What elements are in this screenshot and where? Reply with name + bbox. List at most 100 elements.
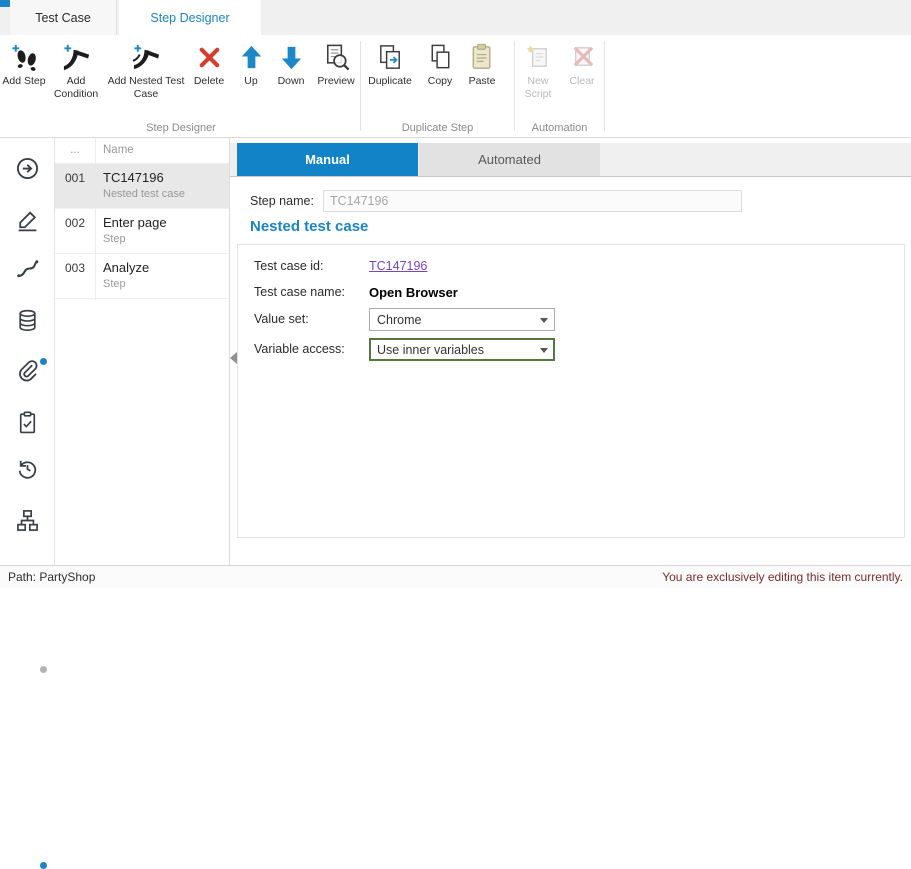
hierarchy-notification-dot — [40, 862, 47, 869]
history-icon — [15, 456, 40, 481]
step-row-002[interactable]: 002 Enter page Step — [55, 209, 229, 254]
field-row-value-set: Value set: Chrome — [238, 308, 904, 332]
sidebar-item-checklist[interactable] — [0, 400, 54, 444]
detail-heading: Nested test case — [250, 218, 368, 235]
nested-test-case-fieldbox: Test case id: TC147196 Test case name: O… — [237, 244, 905, 538]
add-condition-button[interactable]: Add Condition — [46, 42, 106, 101]
step-row-001[interactable]: 001 TC147196 Nested test case — [55, 164, 229, 209]
checklist-icon — [15, 410, 40, 435]
chevron-down-icon — [540, 318, 548, 323]
delete-label: Delete — [194, 75, 224, 88]
preview-icon — [321, 42, 352, 73]
paste-button[interactable]: Paste — [461, 42, 503, 88]
down-label: Down — [278, 75, 305, 88]
sidebar-item-history[interactable] — [0, 446, 54, 490]
variable-access-selected: Use inner variables — [377, 343, 484, 357]
tab-manual[interactable]: Manual — [237, 143, 418, 176]
add-step-label: Add Step — [2, 75, 45, 88]
down-button[interactable]: Down — [270, 42, 312, 88]
sidebar-item-hierarchy[interactable] — [0, 498, 54, 542]
value-set-dropdown[interactable]: Chrome — [369, 308, 555, 331]
up-arrow-icon — [236, 42, 267, 73]
up-button[interactable]: Up — [232, 42, 270, 88]
clear-icon — [567, 42, 598, 73]
new-script-label: New Script — [515, 75, 561, 101]
step-name-input[interactable] — [323, 190, 742, 212]
go-icon — [15, 156, 40, 181]
tab-step-designer[interactable]: Step Designer — [119, 0, 261, 35]
step-name-label: Step name: — [250, 190, 314, 212]
clear-label: Clear — [569, 75, 594, 88]
duplicate-icon — [375, 42, 406, 73]
ribbon-group-duplicate-step: Duplicate Copy Paste Duplicate Step — [361, 35, 514, 137]
down-arrow-icon — [276, 42, 307, 73]
delete-icon — [194, 42, 225, 73]
paste-label: Paste — [469, 75, 496, 88]
add-nested-test-case-label: Add Nested Test Case — [106, 75, 186, 101]
chevron-down-icon — [540, 348, 548, 353]
delete-button[interactable]: Delete — [186, 42, 232, 88]
step-number: 003 — [55, 261, 95, 275]
step-number: 002 — [55, 216, 95, 230]
hierarchy-icon — [15, 508, 40, 533]
add-nested-test-case-button[interactable]: Add Nested Test Case — [106, 42, 186, 101]
ribbon-group-automation: New Script Clear Automation — [515, 35, 604, 137]
step-number: 001 — [55, 171, 95, 185]
add-step-button[interactable]: Add Step — [2, 42, 46, 88]
variable-access-dropdown[interactable]: Use inner variables — [369, 338, 555, 361]
step-detail-pane: Manual Automated Step name: Nested test … — [230, 138, 911, 565]
sidebar-item-go[interactable] — [0, 146, 54, 190]
group-label-step-designer: Step Designer — [2, 122, 360, 134]
step-name: Enter page — [103, 215, 167, 230]
add-condition-icon — [61, 42, 92, 73]
step-row-003[interactable]: 003 Analyze Step — [55, 254, 229, 299]
preview-button[interactable]: Preview — [312, 42, 360, 88]
test-case-id-label: Test case id: — [254, 255, 323, 278]
new-script-icon — [523, 42, 554, 73]
value-set-selected: Chrome — [377, 313, 421, 327]
ribbon: Add Step Add Condition Add Nested Test C… — [0, 35, 911, 138]
test-case-id-link[interactable]: TC147196 — [369, 255, 427, 278]
add-condition-label: Add Condition — [46, 75, 106, 101]
status-path: Path: PartyShop — [8, 570, 95, 584]
test-case-name-value: Open Browser — [369, 281, 458, 304]
new-script-button[interactable]: New Script — [515, 42, 561, 101]
column-header-name: Name — [103, 144, 134, 156]
paste-icon — [467, 42, 498, 73]
field-row-test-case-name: Test case name: Open Browser — [238, 281, 904, 305]
add-nested-test-case-icon — [131, 42, 162, 73]
left-icon-sidebar — [0, 138, 55, 565]
clear-button[interactable]: Clear — [561, 42, 603, 88]
sidebar-item-data[interactable] — [0, 298, 54, 342]
status-edit-message: You are exclusively editing this item cu… — [662, 570, 903, 584]
sidebar-item-steps[interactable] — [0, 246, 54, 290]
test-case-name-label: Test case name: — [254, 281, 345, 304]
field-row-test-case-id: Test case id: TC147196 — [238, 255, 904, 279]
attachment-icon — [15, 358, 40, 383]
preview-label: Preview — [317, 75, 354, 88]
copy-button[interactable]: Copy — [419, 42, 461, 88]
copy-icon — [425, 42, 456, 73]
steps-list-panel: ... Name 001 TC147196 Nested test case 0… — [55, 138, 230, 565]
up-label: Up — [244, 75, 257, 88]
steps-icon — [15, 256, 40, 281]
add-step-icon — [9, 42, 40, 73]
detail-tab-strip: Manual Automated — [230, 143, 911, 177]
sidebar-item-attachments[interactable] — [0, 348, 54, 392]
ribbon-separator — [514, 41, 515, 131]
step-type: Step — [103, 233, 126, 245]
tab-test-case[interactable]: Test Case — [10, 0, 117, 35]
sidebar-item-edit[interactable] — [0, 198, 54, 242]
panel-collapse-handle[interactable] — [230, 352, 237, 364]
duplicate-button[interactable]: Duplicate — [361, 42, 419, 88]
variable-access-label: Variable access: — [254, 338, 345, 361]
tab-automated[interactable]: Automated — [419, 143, 600, 176]
steps-list-header: ... Name — [55, 138, 229, 164]
group-label-automation: Automation — [515, 122, 604, 134]
checklist-notification-dot — [40, 666, 47, 673]
copy-label: Copy — [428, 75, 453, 88]
ribbon-tab-bar: Test Case Step Designer — [0, 0, 911, 35]
group-label-duplicate-step: Duplicate Step — [361, 122, 514, 134]
duplicate-label: Duplicate — [368, 75, 412, 88]
column-header-dots: ... — [55, 144, 95, 156]
